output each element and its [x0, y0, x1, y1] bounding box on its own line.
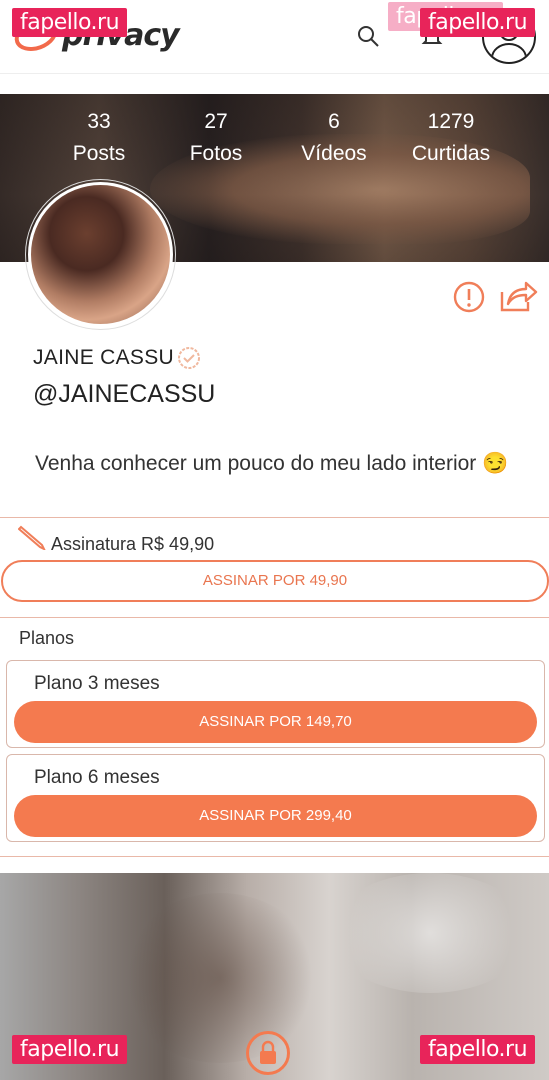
stat-label: Posts	[72, 142, 126, 165]
stat-value: 1279	[427, 110, 475, 133]
subscription-price-label: Assinatura R$ 49,90	[51, 534, 215, 554]
subscribe-button[interactable]: ASSINAR POR 49,90	[1, 560, 549, 602]
plan-card: Plano 3 meses ASSINAR POR 149,70	[6, 660, 545, 748]
lock-icon[interactable]	[246, 1031, 290, 1075]
pencil-icon	[18, 525, 46, 550]
share-icon[interactable]	[498, 278, 538, 314]
stat-label: Curtidas	[411, 142, 491, 165]
profile-stats: 33 Posts 27 Fotos 6 Vídeos 1279 Curtidas	[0, 108, 549, 188]
watermark: fapello.ru	[420, 1035, 536, 1064]
stat-videos: 6 Vídeos	[296, 108, 372, 172]
stat-posts: 33 Posts	[60, 108, 138, 172]
blurred-shape	[330, 873, 530, 993]
profile-bio: Venha conhecer um pouco do meu lado inte…	[35, 452, 509, 475]
plans-title: Planos	[19, 628, 75, 648]
watermark: fapello.ru	[12, 1035, 128, 1064]
plan-subscribe-button[interactable]: ASSINAR POR 299,40	[14, 795, 537, 837]
profile-name: JAINE CASSU	[33, 346, 174, 369]
watermark: fapello.ru	[420, 8, 536, 37]
verified-icon	[178, 347, 200, 369]
plan-card: Plano 6 meses ASSINAR POR 299,40	[6, 754, 545, 842]
plan-name: Plano 6 meses	[34, 767, 160, 788]
watermark: fapello.ru	[12, 8, 128, 37]
stat-value: 33	[87, 110, 111, 133]
plan-subscribe-button[interactable]: ASSINAR POR 149,70	[14, 701, 537, 743]
stat-likes: 1279 Curtidas	[408, 108, 494, 172]
blurred-shape	[120, 893, 320, 1063]
stat-value: 6	[328, 110, 340, 133]
stat-label: Fotos	[189, 142, 243, 165]
profile-handle: @JAINECASSU	[33, 380, 216, 408]
plan-name: Plano 3 meses	[34, 673, 160, 694]
stat-label: Vídeos	[301, 142, 367, 165]
divider	[0, 617, 549, 618]
report-icon[interactable]	[452, 280, 486, 314]
profile-picture[interactable]	[28, 182, 173, 327]
divider	[0, 856, 549, 857]
lock-glyph	[260, 1040, 276, 1064]
stat-value: 27	[204, 110, 228, 133]
search-icon[interactable]	[356, 24, 380, 48]
stat-photos: 27 Fotos	[180, 108, 252, 172]
divider	[0, 517, 549, 518]
